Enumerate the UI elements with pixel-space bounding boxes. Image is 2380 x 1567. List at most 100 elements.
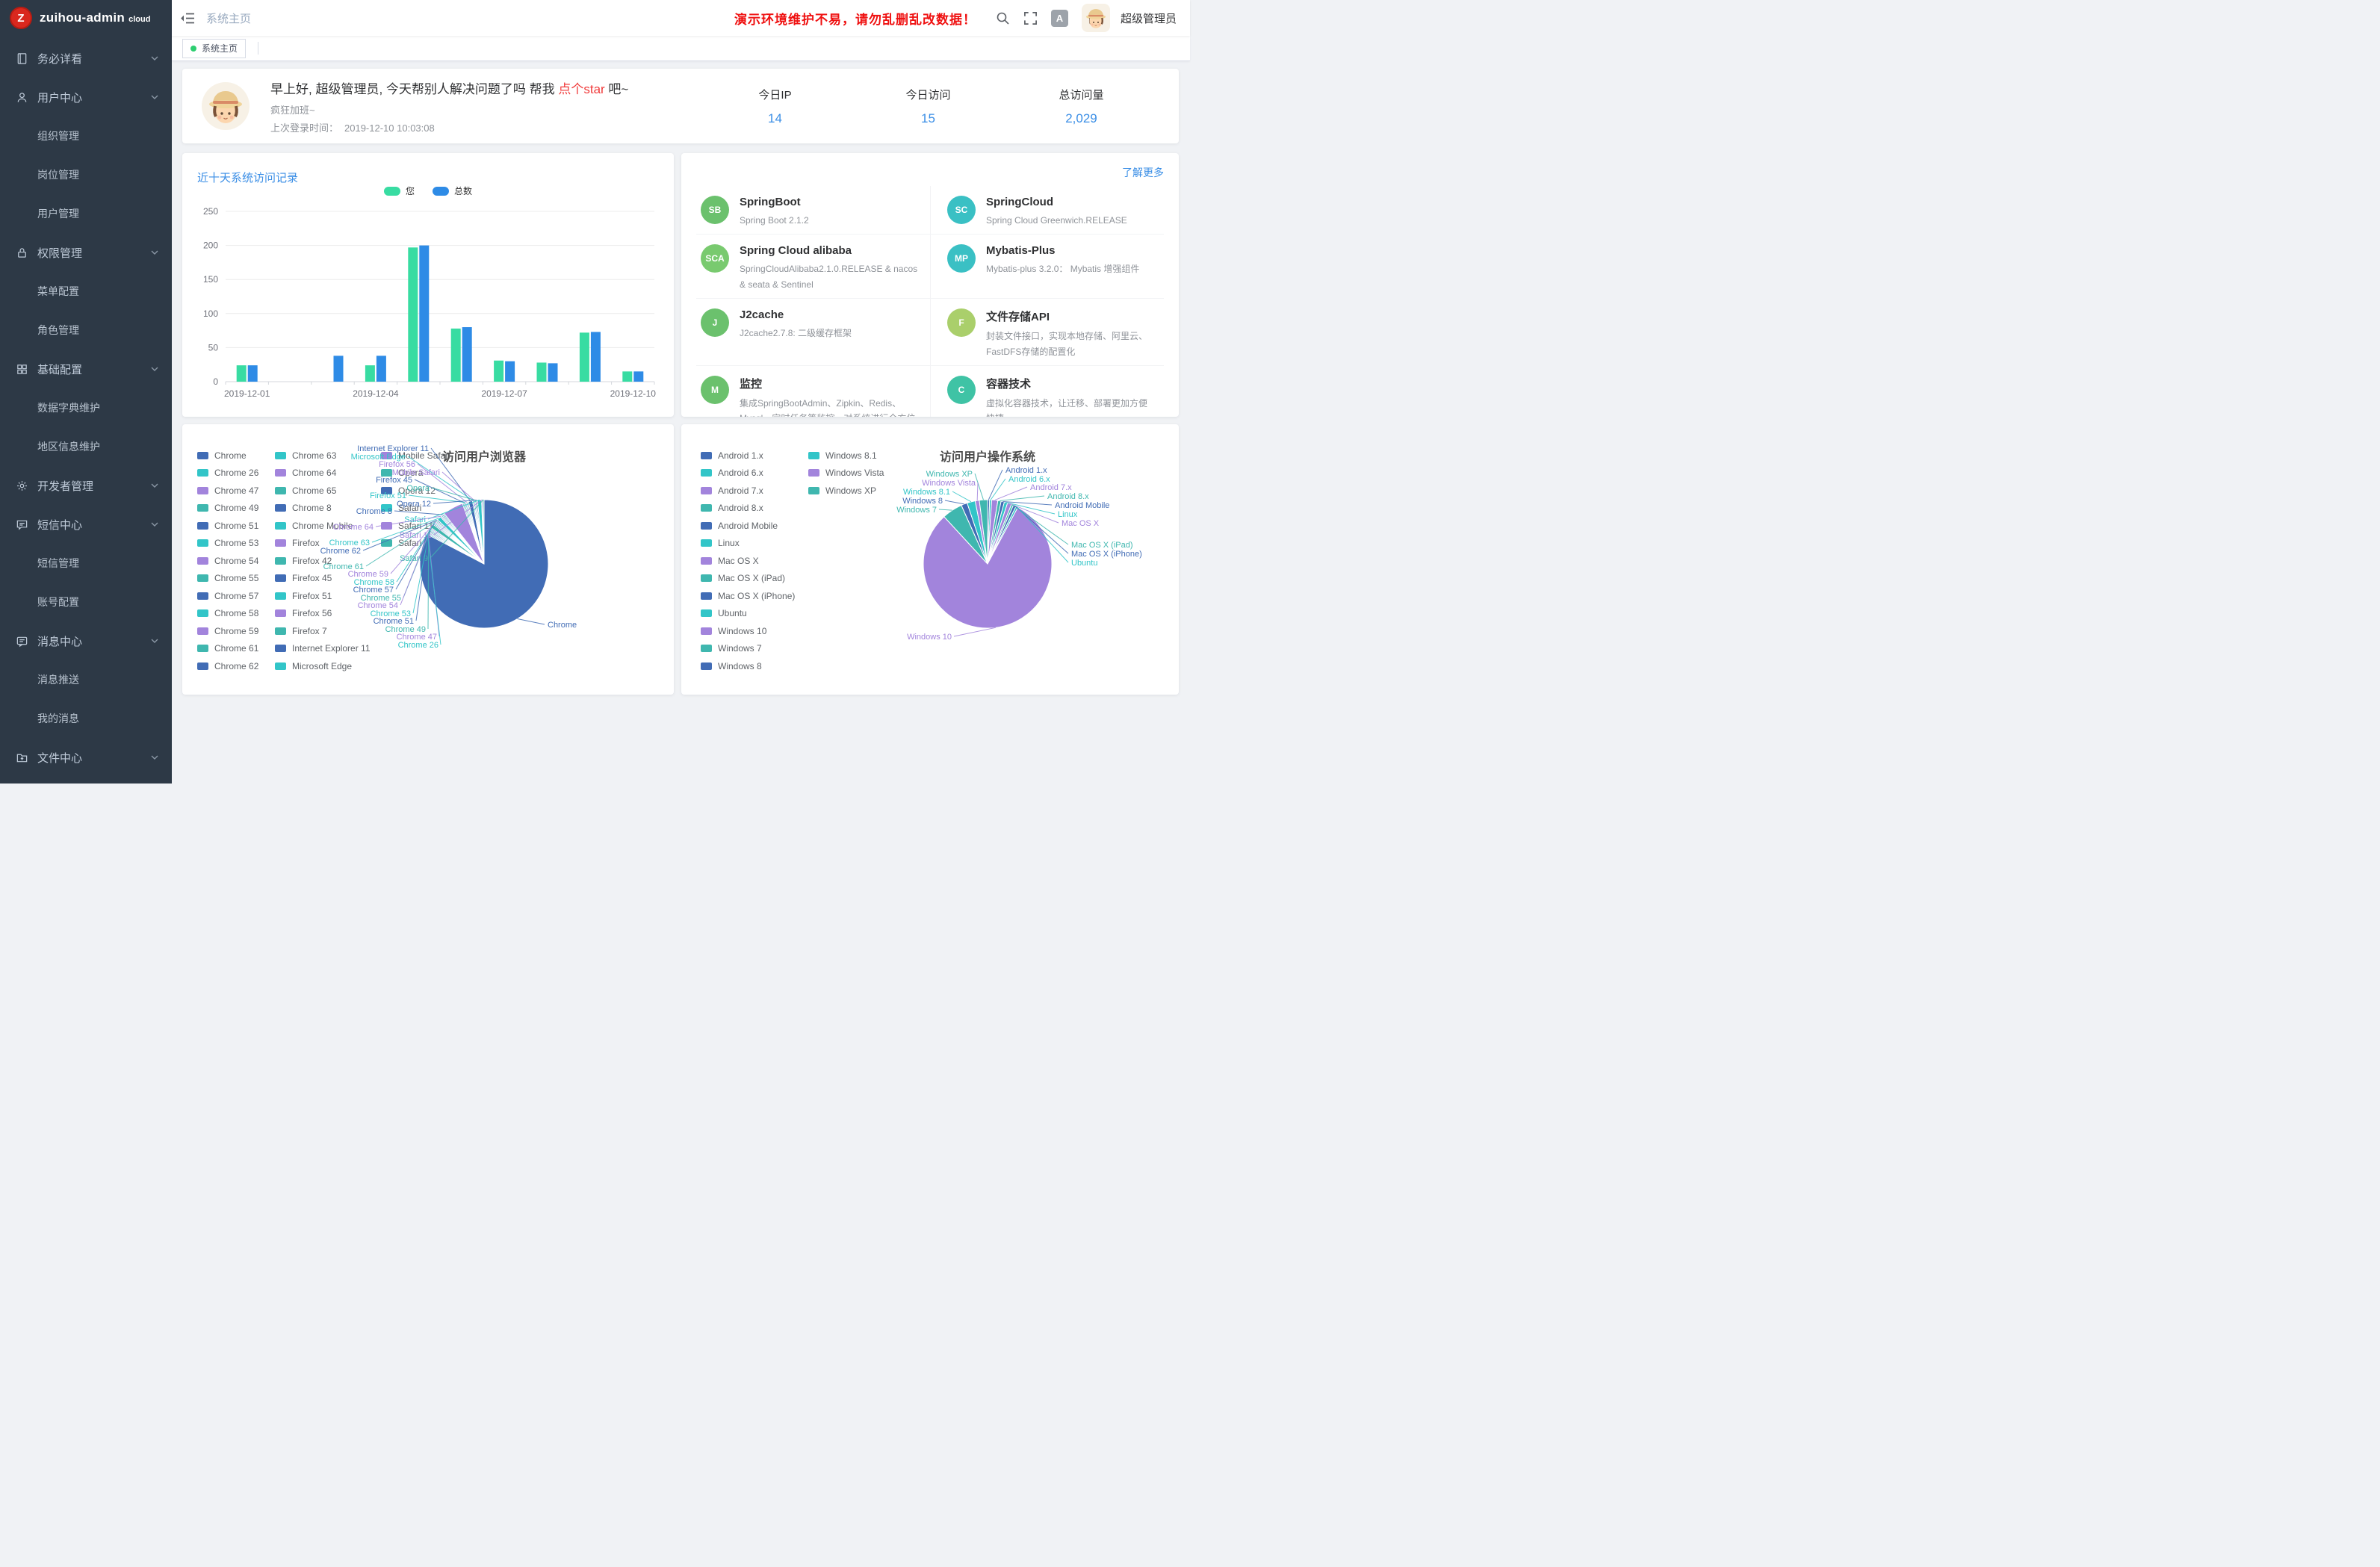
legend-item[interactable]: Internet Explorer 11 xyxy=(275,640,371,658)
legend-item[interactable]: Microsoft Edge xyxy=(275,657,371,675)
legend-label: Chrome 47 xyxy=(214,485,258,496)
legend-item[interactable]: Mac OS X (iPad) xyxy=(701,570,795,588)
legend-item[interactable]: Chrome 26 xyxy=(197,465,258,482)
legend-swatch xyxy=(275,574,286,582)
legend-item[interactable]: Opera 12 xyxy=(381,482,450,500)
legend-label: Chrome 54 xyxy=(214,556,258,566)
legend-item[interactable]: Chrome 62 xyxy=(197,657,258,675)
legend-item[interactable]: Firefox 56 xyxy=(275,605,371,623)
legend-item[interactable]: Safari 11 xyxy=(381,517,450,535)
legend-swatch xyxy=(701,645,712,652)
legend-item[interactable]: Chrome Mobile xyxy=(275,517,371,535)
legend-item[interactable]: Android 8.x xyxy=(701,500,795,518)
legend-item[interactable]: Chrome 58 xyxy=(197,605,258,623)
sidebar-item[interactable]: 开发者管理 xyxy=(0,466,172,505)
legend-item[interactable]: Windows 8.1 xyxy=(808,447,884,465)
legend-swatch xyxy=(197,663,208,670)
legend-label: Chrome 49 xyxy=(214,503,258,513)
legend-item[interactable]: Chrome 63 xyxy=(275,447,371,465)
legend-item[interactable]: Mobile Safari xyxy=(381,447,450,465)
tech-title: Spring Cloud alibaba xyxy=(740,244,921,257)
font-size-icon[interactable]: A xyxy=(1051,10,1068,27)
legend-item[interactable]: Chrome 53 xyxy=(197,535,258,553)
sidebar-subitem[interactable]: 我的消息 xyxy=(0,699,172,738)
legend-label: Chrome 59 xyxy=(214,626,258,636)
legend-item[interactable]: Windows XP xyxy=(808,482,884,500)
star-link[interactable]: 点个star xyxy=(558,82,604,96)
sidebar-subitem[interactable]: 消息推送 xyxy=(0,660,172,699)
sidebar-subitem[interactable]: 菜单配置 xyxy=(0,272,172,311)
sidebar-item[interactable]: 消息中心 xyxy=(0,621,172,660)
legend-item[interactable]: Firefox 45 xyxy=(275,570,371,588)
legend-item[interactable]: Chrome 49 xyxy=(197,500,258,518)
legend-item[interactable]: Chrome 8 xyxy=(275,500,371,518)
pie-callout-label: Windows 8.1 xyxy=(903,488,950,497)
sidebar-subitem[interactable]: 用户管理 xyxy=(0,194,172,233)
legend-item[interactable]: 您 xyxy=(384,184,415,197)
legend-item[interactable]: Chrome 55 xyxy=(197,570,258,588)
legend-item[interactable]: Safari xyxy=(381,500,450,518)
legend-label: Chrome 26 xyxy=(214,468,258,478)
legend-item[interactable]: 总数 xyxy=(433,184,472,197)
tech-desc: Spring Cloud Greenwich.RELEASE xyxy=(986,213,1127,228)
legend-item[interactable]: Chrome xyxy=(197,447,258,465)
legend-swatch xyxy=(701,487,712,494)
tech-desc: Mybatis-plus 3.2.0： Mybatis 增强组件 xyxy=(986,261,1139,276)
legend-item[interactable]: Chrome 65 xyxy=(275,482,371,500)
sidebar-subitem[interactable]: 短信管理 xyxy=(0,544,172,583)
legend-item[interactable]: Android 1.x xyxy=(701,447,795,465)
sidebar-subitem[interactable]: 岗位管理 xyxy=(0,155,172,194)
legend-item[interactable]: Windows 8 xyxy=(701,657,795,675)
sidebar-fold-button[interactable] xyxy=(172,0,203,36)
legend-item[interactable]: Chrome 59 xyxy=(197,622,258,640)
legend-item[interactable]: Chrome 51 xyxy=(197,517,258,535)
sidebar-subitem[interactable]: 数据字典维护 xyxy=(0,388,172,427)
legend-item[interactable]: Windows Vista xyxy=(808,465,884,482)
fullscreen-icon[interactable] xyxy=(1023,11,1038,25)
sidebar-item[interactable]: 基础配置 xyxy=(0,350,172,388)
pie-callout-label: Mac OS X (iPad) xyxy=(1071,541,1133,550)
legend-item[interactable]: Ubuntu xyxy=(701,605,795,623)
app-logo[interactable]: Z zuihou-admin cloud xyxy=(0,0,172,36)
legend-item[interactable]: Windows 10 xyxy=(701,622,795,640)
legend-item[interactable]: Firefox 7 xyxy=(275,622,371,640)
sidebar-item[interactable]: 务必详看 xyxy=(0,39,172,78)
sidebar-item[interactable]: 短信中心 xyxy=(0,505,172,544)
legend-item[interactable]: Chrome 47 xyxy=(197,482,258,500)
legend-item[interactable]: Android 7.x xyxy=(701,482,795,500)
legend-label: Chrome Mobile xyxy=(292,521,353,531)
legend-item[interactable]: Firefox 51 xyxy=(275,587,371,605)
sidebar-subitem[interactable]: 角色管理 xyxy=(0,311,172,350)
legend-item[interactable]: Safari 9 xyxy=(381,535,450,553)
legend-swatch xyxy=(197,522,208,530)
legend-item[interactable]: Chrome 61 xyxy=(197,640,258,658)
stat-block: 今日访问15 xyxy=(852,87,1005,126)
legend-item[interactable]: Mac OS X (iPhone) xyxy=(701,587,795,605)
sidebar-subitem[interactable]: 账号配置 xyxy=(0,583,172,621)
learn-more-link[interactable]: 了解更多 xyxy=(1122,165,1164,180)
legend-item[interactable]: Chrome 54 xyxy=(197,552,258,570)
sidebar-item[interactable]: 文件中心 xyxy=(0,738,172,777)
legend-item[interactable]: Windows 7 xyxy=(701,640,795,658)
legend-item[interactable]: Android 6.x xyxy=(701,465,795,482)
sidebar-subitem[interactable]: 地区信息维护 xyxy=(0,427,172,466)
legend-swatch xyxy=(808,469,819,477)
legend-item[interactable]: Linux xyxy=(701,535,795,553)
search-icon[interactable] xyxy=(996,11,1010,25)
legend-item[interactable]: Mac OS X xyxy=(701,552,795,570)
legend-item[interactable]: Opera xyxy=(381,465,450,482)
legend-item[interactable]: Android Mobile xyxy=(701,517,795,535)
user-avatar[interactable] xyxy=(1082,4,1110,32)
breadcrumb[interactable]: 系统主页 xyxy=(206,10,251,26)
last-login-label: 上次登录时间： xyxy=(270,122,338,134)
legend-item[interactable]: Chrome 57 xyxy=(197,587,258,605)
sidebar-subitem[interactable]: 组织管理 xyxy=(0,117,172,155)
legend-item[interactable]: Firefox xyxy=(275,535,371,553)
tab-system-home[interactable]: 系统主页 xyxy=(182,39,246,58)
sidebar-item[interactable]: 用户中心 xyxy=(0,78,172,117)
legend-item[interactable]: Firefox 42 xyxy=(275,552,371,570)
tech-item: M监控集成SpringBootAdmin、Zipkin、Redis、Mysql、… xyxy=(696,365,930,417)
sidebar-item[interactable]: 权限管理 xyxy=(0,233,172,272)
legend-item[interactable]: Chrome 64 xyxy=(275,465,371,482)
username[interactable]: 超级管理员 xyxy=(1121,10,1177,26)
